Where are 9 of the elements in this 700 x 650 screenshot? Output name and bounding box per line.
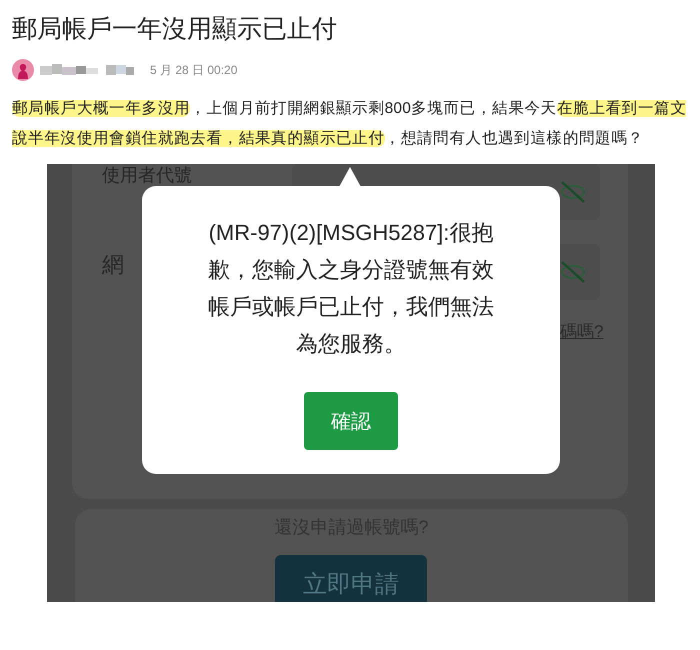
signup-button[interactable]: 立即申請 (275, 555, 427, 602)
post-date: 5 月 28 日 00:20 (150, 62, 238, 78)
dialog-message: (MR-97)(2)[MSGH5287]:很抱歉，您輸入之身分證號無有效帳戶或帳戶已止付，我們無法為您服務。 (207, 219, 495, 358)
post-body: 郵局帳戶大概一年多沒用，上個月前打開網銀顯示剩800多塊而已，結果今天在脆上看到一篇文說半年沒使用會鎖住就跑去看，結果真的顯示已止付，想請問有人也遇到這樣的問題嗎？ (12, 99, 688, 149)
avatar-icon (12, 59, 34, 81)
eye-slash-icon (558, 180, 588, 204)
post-title: 郵局帳戶一年沒用顯示已止付 (12, 14, 338, 45)
confirm-button[interactable]: 確認 (304, 392, 398, 450)
eye-slash-icon (558, 260, 588, 284)
